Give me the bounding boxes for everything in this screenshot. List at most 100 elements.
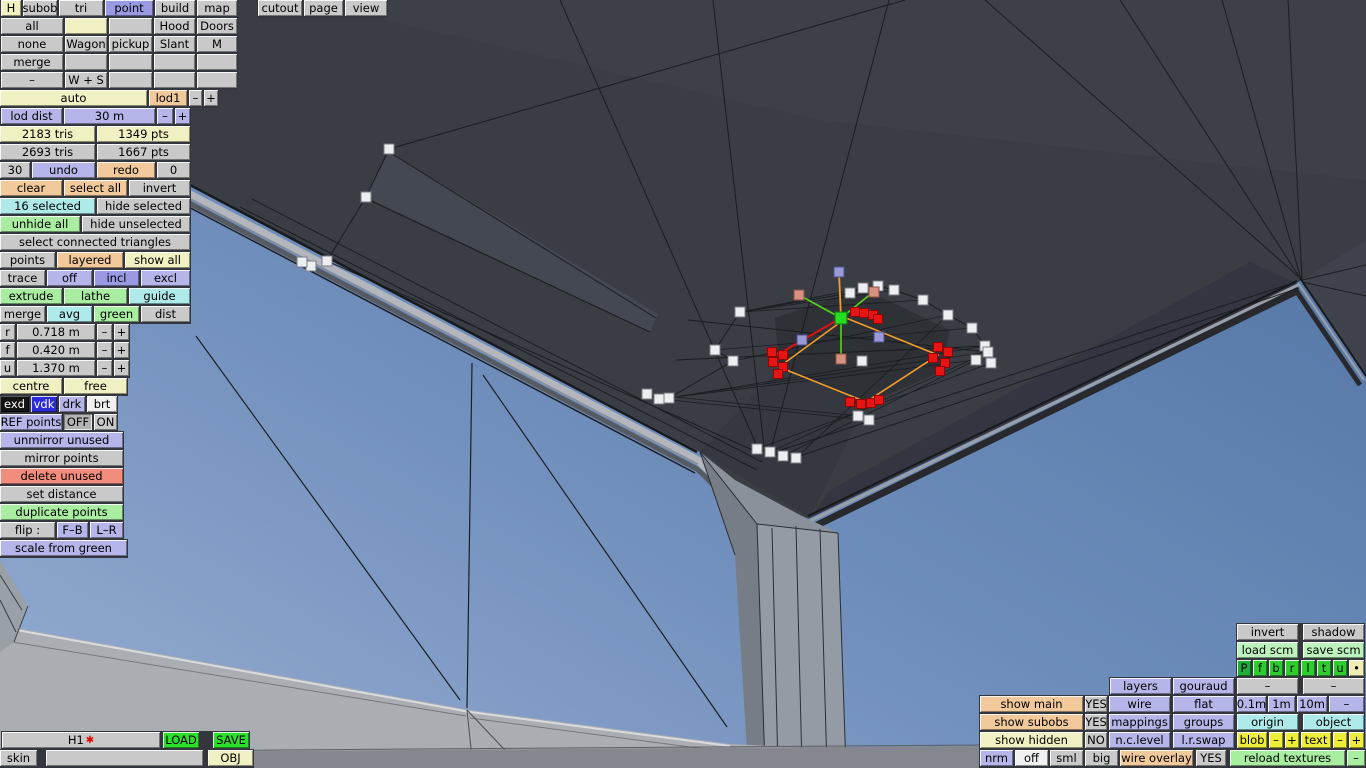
button-1-370-m[interactable]: 1.370 m	[17, 360, 95, 376]
button-off[interactable]: off	[47, 270, 92, 286]
button-off[interactable]: off	[1015, 750, 1048, 766]
button-view[interactable]: view	[345, 0, 387, 16]
button-merge[interactable]: merge	[1, 54, 63, 70]
button-avg[interactable]: avg	[47, 306, 92, 322]
vertex-handle[interactable]	[653, 393, 665, 405]
button-u[interactable]: u	[0, 360, 15, 376]
button-[interactable]: •	[1349, 660, 1364, 676]
button-30[interactable]: 30	[0, 162, 30, 178]
button-page[interactable]: page	[304, 0, 343, 16]
button-[interactable]: –	[157, 108, 173, 124]
vertex-handle[interactable]	[751, 443, 763, 455]
button-invert[interactable]: invert	[1237, 624, 1298, 640]
button-redo[interactable]: redo	[97, 162, 155, 178]
button-[interactable]: –	[1, 72, 63, 88]
button-[interactable]: –	[1333, 732, 1347, 748]
button-wire[interactable]: wire	[1109, 696, 1170, 712]
button-w-s[interactable]: W + S	[65, 72, 107, 88]
button-clear[interactable]: clear	[0, 180, 62, 196]
vertex-handle[interactable]	[982, 346, 994, 358]
button-on[interactable]: ON	[94, 414, 117, 430]
button-shadow[interactable]: shadow	[1303, 624, 1364, 640]
button-2693-tris[interactable]: 2693 tris	[0, 144, 95, 160]
button-vdk[interactable]: vdk	[31, 396, 57, 412]
button-u[interactable]: u	[1333, 660, 1347, 676]
button-obj[interactable]: OBJ	[208, 750, 253, 766]
button-yes[interactable]: YES	[1196, 750, 1226, 766]
button-cutout[interactable]: cutout	[258, 0, 302, 16]
button-m[interactable]: M	[197, 36, 237, 52]
button-n-c-level[interactable]: n.c.level	[1109, 732, 1170, 748]
button-none[interactable]: none	[1, 36, 63, 52]
button-map[interactable]: map	[197, 0, 237, 16]
button-load[interactable]: LOAD	[163, 732, 199, 748]
button-scale-from-green[interactable]: scale from green	[0, 540, 127, 556]
button-[interactable]: –	[1269, 732, 1283, 748]
viewport-3d[interactable]	[0, 0, 1366, 768]
button-merge[interactable]: merge	[0, 306, 45, 322]
button-invert[interactable]: invert	[129, 180, 190, 196]
selected-vertex-handle[interactable]	[874, 395, 884, 405]
button-object[interactable]: object	[1303, 714, 1364, 730]
button-[interactable]: +	[175, 108, 190, 124]
vertex-handle[interactable]	[321, 255, 333, 267]
button-ref-points[interactable]: REF points	[0, 414, 62, 430]
button-[interactable]: –	[1303, 678, 1364, 694]
vertex-handle[interactable]	[857, 282, 869, 294]
selected-vertex-handle[interactable]	[856, 399, 866, 409]
selected-vertex-handle[interactable]	[873, 314, 883, 324]
button-[interactable]: –	[97, 342, 112, 358]
vertex-handle[interactable]	[863, 414, 875, 426]
button-hide-selected[interactable]: hide selected	[97, 198, 190, 214]
reference-vertex-handle[interactable]	[835, 353, 847, 365]
button-0-1m[interactable]: 0.1m	[1237, 696, 1266, 712]
button-extrude[interactable]: extrude	[0, 288, 62, 304]
button-lathe[interactable]: lathe	[64, 288, 127, 304]
button-point[interactable]: point	[105, 0, 153, 16]
button-hide-unselected[interactable]: hide unselected	[82, 216, 190, 232]
button-undo[interactable]: undo	[32, 162, 95, 178]
vertex-handle[interactable]	[764, 446, 776, 458]
button-yes[interactable]: YES	[1085, 714, 1107, 730]
button-show-all[interactable]: show all	[125, 252, 190, 268]
button-[interactable]: +	[204, 90, 218, 106]
vertex-handle[interactable]	[663, 392, 675, 404]
button-layered[interactable]: layered	[57, 252, 123, 268]
vertex-handle[interactable]	[844, 287, 856, 299]
button-f[interactable]: f	[0, 342, 15, 358]
button-h[interactable]: H	[1, 0, 21, 16]
button-auto[interactable]: auto	[0, 90, 147, 106]
button-brt[interactable]: brt	[87, 396, 117, 412]
vertex-handle[interactable]	[709, 344, 721, 356]
button-[interactable]: –	[189, 90, 202, 106]
button-pickup[interactable]: pickup	[109, 36, 152, 52]
button-save[interactable]: SAVE	[213, 732, 249, 748]
button-10m[interactable]: 10m	[1297, 696, 1327, 712]
button-set-distance[interactable]: set distance	[0, 486, 123, 502]
button-tri[interactable]: tri	[59, 0, 103, 16]
axis-vertex-handle[interactable]	[833, 266, 845, 278]
vertex-handle[interactable]	[641, 388, 653, 400]
button-flip[interactable]: flip :	[0, 522, 55, 538]
button-slant[interactable]: Slant	[154, 36, 195, 52]
selected-vertex-handle[interactable]	[859, 308, 869, 318]
button-[interactable]: +	[1285, 732, 1299, 748]
vertex-handle[interactable]	[917, 294, 929, 306]
button-gouraud[interactable]: gouraud	[1173, 678, 1234, 694]
reference-vertex-handle[interactable]	[793, 289, 805, 301]
vertex-handle[interactable]	[777, 450, 789, 462]
button-blob[interactable]: blob	[1237, 732, 1267, 748]
button-show-subobs[interactable]: show subobs	[980, 714, 1083, 730]
button-[interactable]: +	[1349, 732, 1364, 748]
button-dist[interactable]: dist	[141, 306, 190, 322]
button-wire-overlay[interactable]: wire overlay	[1120, 750, 1193, 766]
button-[interactable]: –	[1329, 696, 1364, 712]
button-1m[interactable]: 1m	[1268, 696, 1295, 712]
axis-vertex-handle[interactable]	[796, 334, 808, 346]
button-16-selected[interactable]: 16 selected	[0, 198, 95, 214]
button-[interactable]: –	[1347, 750, 1365, 766]
button-select-all[interactable]: select all	[64, 180, 127, 196]
button-delete-unused[interactable]: delete unused	[0, 468, 123, 484]
button-duplicate-points[interactable]: duplicate points	[0, 504, 123, 520]
selected-vertex-handle[interactable]	[850, 307, 860, 317]
